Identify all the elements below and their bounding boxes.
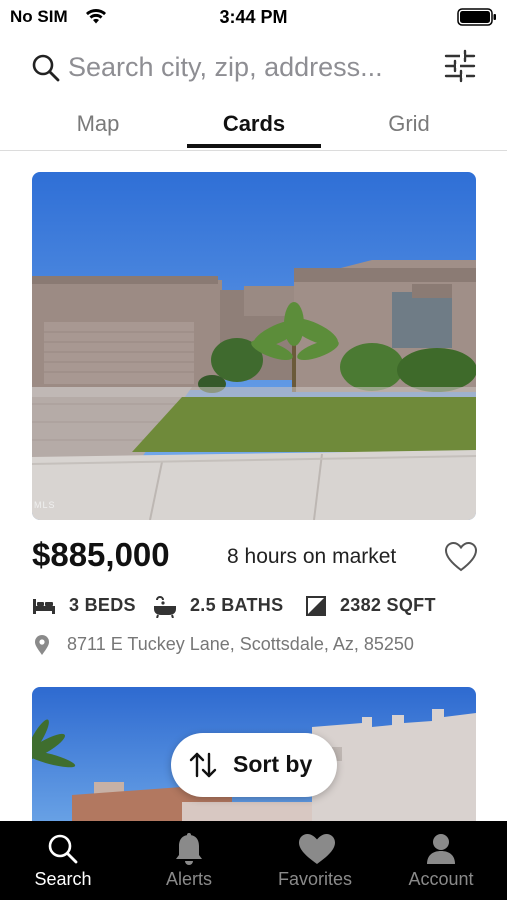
nav-search[interactable]: Search [0, 821, 126, 900]
battery-icon [457, 8, 497, 26]
status-bar: No SIM 3:44 PM [0, 0, 507, 34]
location-pin-icon [34, 634, 50, 661]
nav-favorites-label: Favorites [277, 869, 353, 889]
bell-icon [126, 831, 252, 867]
nav-alerts[interactable]: Alerts [126, 821, 252, 900]
heart-outline-icon[interactable] [444, 541, 478, 578]
nav-account[interactable]: Account [378, 821, 504, 900]
sort-by-button[interactable]: Sort by [171, 733, 337, 797]
active-tab-indicator [187, 144, 321, 148]
filter-sliders-icon[interactable] [443, 48, 477, 89]
search-icon [31, 53, 61, 88]
person-icon [378, 831, 504, 867]
listing-facts: 3 BEDS 2.5 BATHS 2382 SQFT [32, 594, 492, 621]
time-on-market: 8 hours on market [227, 545, 397, 568]
nav-alerts-label: Alerts [165, 869, 212, 889]
bottom-tab-bar: Search Alerts Favorites Account [0, 821, 507, 900]
nav-account-label: Account [408, 869, 474, 889]
area-icon [306, 596, 326, 621]
listing-address: 8711 E Tuckey Lane, Scottsdale, Az, 8525… [67, 634, 414, 654]
status-time: 3:44 PM [219, 7, 288, 27]
sort-arrows-icon [188, 751, 218, 784]
tab-map[interactable]: Map [31, 104, 165, 150]
listing-address-row: 8711 E Tuckey Lane, Scottsdale, Az, 8525… [32, 633, 492, 657]
bathtub-icon [153, 596, 177, 623]
beds-count: 3 BEDS [69, 595, 136, 615]
nav-search-label: Search [34, 869, 92, 889]
mls-watermark: MLS [34, 500, 56, 510]
search-input[interactable] [68, 48, 428, 86]
nav-favorites[interactable]: Favorites [252, 821, 378, 900]
heart-icon [252, 831, 378, 867]
search-bar [0, 40, 507, 96]
listing-photo[interactable] [32, 172, 476, 520]
bed-icon [32, 596, 56, 621]
listing-price: $885,000 [32, 536, 170, 573]
search-icon [0, 831, 126, 867]
sort-by-label: Sort by [233, 751, 313, 777]
baths-count: 2.5 BATHS [190, 595, 284, 615]
sqft-value: 2382 SQFT [340, 595, 436, 615]
tab-grid[interactable]: Grid [342, 104, 476, 150]
